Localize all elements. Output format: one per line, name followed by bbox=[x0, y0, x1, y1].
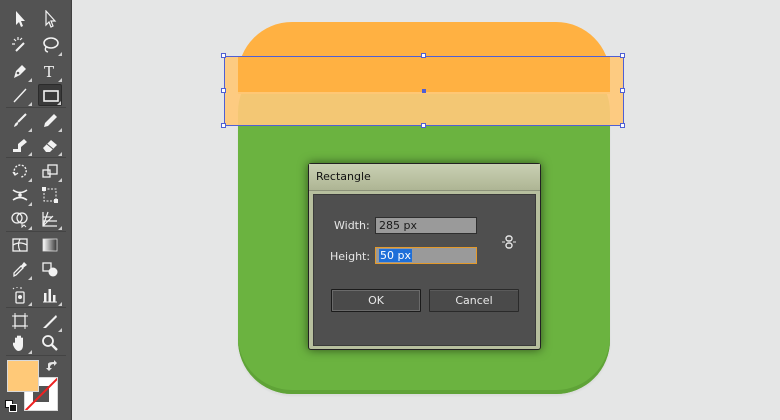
selection-handle-top-left[interactable] bbox=[221, 53, 226, 58]
svg-text:T: T bbox=[44, 63, 54, 80]
tools-panel: T bbox=[0, 0, 72, 420]
blob-brush-icon bbox=[13, 139, 27, 152]
dialog-body: Width: 285 px Height: 50 px OK Cancel bbox=[313, 194, 536, 346]
column-graph-icon bbox=[43, 289, 57, 303]
direct-selection-tool[interactable] bbox=[38, 8, 62, 30]
lasso-tool[interactable] bbox=[38, 34, 62, 56]
symbol-sprayer-icon bbox=[12, 287, 25, 304]
brush-icon bbox=[14, 113, 27, 127]
eraser-tool[interactable] bbox=[38, 134, 62, 156]
selection-handle-top-right[interactable] bbox=[620, 53, 625, 58]
magic-wand-icon bbox=[12, 37, 25, 52]
mesh-icon bbox=[12, 238, 28, 252]
artboard-icon bbox=[12, 313, 28, 329]
scale-tool[interactable] bbox=[38, 160, 62, 182]
blend-icon bbox=[42, 262, 58, 277]
artboard-tool[interactable] bbox=[8, 310, 32, 332]
width-tool[interactable] bbox=[8, 184, 32, 206]
dialog-title: Rectangle bbox=[316, 170, 371, 183]
height-label: Height: bbox=[330, 250, 371, 263]
fill-swatch[interactable] bbox=[7, 360, 39, 392]
cancel-button[interactable]: Cancel bbox=[429, 289, 519, 312]
rotate-tool[interactable] bbox=[8, 160, 32, 182]
width-value: 285 px bbox=[379, 219, 417, 232]
pencil-icon bbox=[44, 114, 57, 127]
free-transform-tool[interactable] bbox=[38, 184, 62, 206]
width-icon bbox=[12, 189, 28, 201]
zoom-tool[interactable] bbox=[38, 332, 62, 354]
type-icon: T bbox=[44, 63, 54, 80]
white-arrow-icon bbox=[45, 10, 57, 28]
width-label: Width: bbox=[334, 219, 370, 232]
mesh-tool[interactable] bbox=[8, 234, 32, 256]
magic-wand-tool[interactable] bbox=[8, 34, 32, 56]
eyedropper-icon bbox=[13, 262, 27, 278]
selection-handle-top-center[interactable] bbox=[421, 53, 426, 58]
slice-icon bbox=[43, 315, 57, 328]
height-value: 50 px bbox=[379, 249, 412, 262]
rectangle-tool[interactable] bbox=[38, 84, 62, 106]
arrow-icon bbox=[16, 11, 25, 27]
ok-button[interactable]: OK bbox=[331, 289, 421, 312]
width-field[interactable]: 285 px bbox=[375, 217, 477, 234]
selection-handle-middle-left[interactable] bbox=[221, 88, 226, 93]
scale-icon bbox=[42, 164, 58, 178]
dialog-title-bar[interactable]: Rectangle bbox=[309, 164, 540, 191]
hand-icon bbox=[13, 335, 23, 351]
symbol-sprayer-tool[interactable] bbox=[8, 284, 32, 306]
slice-tool[interactable] bbox=[38, 310, 62, 332]
type-tool[interactable]: T bbox=[38, 60, 62, 82]
selection-handle-bottom-center[interactable] bbox=[421, 123, 426, 128]
selection-center-point bbox=[422, 89, 426, 93]
pen-tool[interactable] bbox=[8, 60, 32, 82]
rectangle-dialog: Rectangle Width: 285 px Height: 50 px OK… bbox=[308, 163, 541, 350]
hand-tool[interactable] bbox=[8, 332, 32, 354]
selection-handle-bottom-left[interactable] bbox=[221, 123, 226, 128]
gradient-tool[interactable] bbox=[38, 234, 62, 256]
perspective-grid-icon bbox=[42, 211, 57, 227]
line-segment-tool[interactable] bbox=[8, 84, 32, 106]
paintbrush-tool[interactable] bbox=[8, 110, 32, 132]
default-fill-stroke-icon[interactable] bbox=[5, 400, 17, 412]
blend-tool[interactable] bbox=[38, 258, 62, 280]
selection-tool[interactable] bbox=[8, 8, 32, 30]
blob-brush-tool[interactable] bbox=[8, 134, 32, 156]
line-icon bbox=[13, 88, 27, 103]
swap-fill-stroke-icon[interactable] bbox=[46, 360, 58, 372]
pencil-tool[interactable] bbox=[38, 110, 62, 132]
shape-builder-tool[interactable] bbox=[8, 208, 32, 230]
shape-builder-icon bbox=[11, 212, 28, 228]
toolbar-divider bbox=[6, 157, 66, 158]
toolbar-divider bbox=[6, 307, 66, 308]
selection-handle-bottom-right[interactable] bbox=[620, 123, 625, 128]
rotate-icon bbox=[12, 164, 27, 178]
zoom-icon bbox=[42, 335, 58, 351]
column-graph-tool[interactable] bbox=[38, 284, 62, 306]
selection-handle-middle-right[interactable] bbox=[620, 88, 625, 93]
constrain-proportions-icon[interactable] bbox=[502, 233, 516, 251]
pen-icon bbox=[14, 65, 26, 78]
eyedropper-tool[interactable] bbox=[8, 258, 32, 280]
rectangle-icon bbox=[43, 90, 59, 102]
eraser-icon bbox=[43, 140, 57, 152]
toolbar-divider bbox=[6, 231, 66, 232]
gradient-icon bbox=[42, 238, 58, 252]
toolbar-divider bbox=[6, 107, 66, 108]
height-field[interactable]: 50 px bbox=[375, 247, 477, 264]
toolbar-divider bbox=[6, 355, 66, 356]
free-transform-icon bbox=[42, 187, 58, 203]
perspective-grid-tool[interactable] bbox=[38, 208, 62, 230]
lasso-icon bbox=[43, 37, 59, 53]
